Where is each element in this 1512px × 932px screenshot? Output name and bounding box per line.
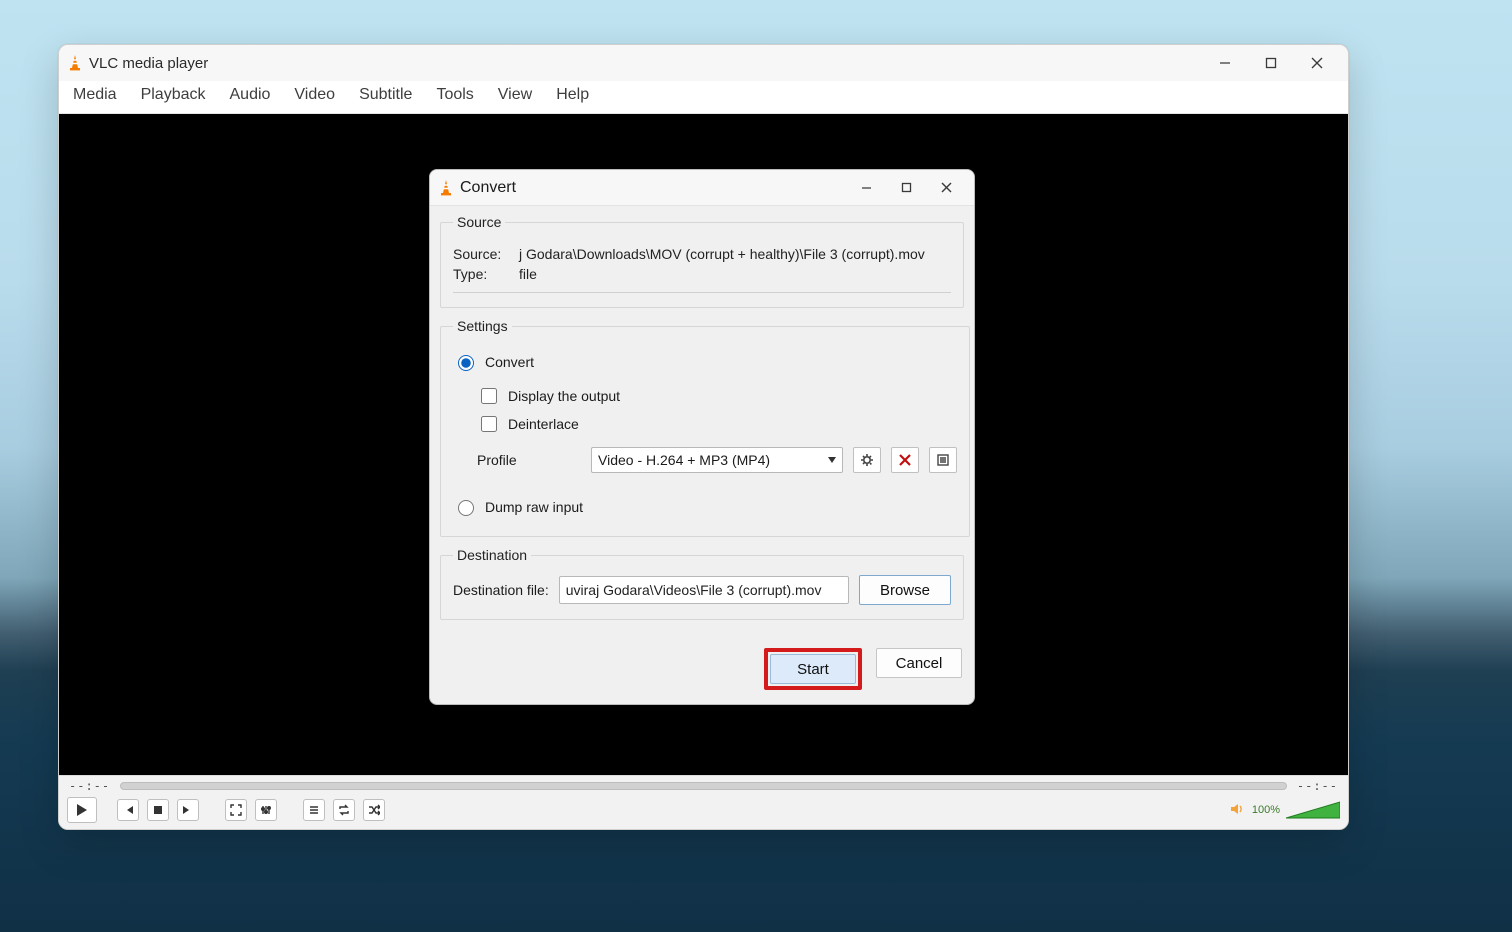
delete-profile-button[interactable] — [891, 447, 919, 473]
source-label: Source: — [453, 246, 511, 262]
convert-radio-label: Convert — [485, 354, 534, 370]
settings-legend: Settings — [453, 318, 512, 334]
menu-help[interactable]: Help — [554, 84, 591, 106]
playlist-button[interactable] — [303, 799, 325, 821]
vlc-cone-icon — [438, 179, 454, 197]
prev-button[interactable] — [117, 799, 139, 821]
convert-radio-input[interactable] — [458, 355, 474, 371]
volume-slider[interactable] — [1286, 801, 1340, 819]
destination-legend: Destination — [453, 547, 531, 563]
browse-button[interactable]: Browse — [859, 575, 951, 605]
dialog-close-button[interactable] — [926, 172, 966, 204]
dialog-title: Convert — [460, 179, 516, 197]
stop-button[interactable] — [147, 799, 169, 821]
display-output-checkbox-input[interactable] — [481, 388, 497, 404]
menu-tools[interactable]: Tools — [434, 84, 475, 106]
dump-raw-radio[interactable]: Dump raw input — [453, 497, 957, 516]
volume-percent: 100% — [1252, 804, 1280, 816]
source-legend: Source — [453, 214, 505, 230]
menu-video[interactable]: Video — [292, 84, 337, 106]
new-profile-button[interactable] — [929, 447, 957, 473]
seek-slider[interactable] — [120, 782, 1287, 790]
profile-label: Profile — [477, 452, 541, 468]
source-value: j Godara\Downloads\MOV (corrupt + health… — [519, 246, 925, 262]
deinterlace-checkbox-input[interactable] — [481, 416, 497, 432]
settings-section: Settings Convert Display the output Dein… — [440, 318, 970, 537]
convert-radio[interactable]: Convert — [453, 352, 957, 371]
dest-file-label: Destination file: — [453, 582, 549, 598]
main-titlebar: VLC media player — [59, 45, 1348, 81]
display-output-label: Display the output — [508, 388, 620, 404]
browse-button-label: Browse — [880, 582, 930, 599]
menu-subtitle[interactable]: Subtitle — [357, 84, 414, 106]
cancel-button[interactable]: Cancel — [876, 648, 962, 678]
bottom-bar: --:-- --:-- — [59, 775, 1348, 829]
dump-raw-radio-input[interactable] — [458, 500, 474, 516]
deinterlace-checkbox[interactable]: Deinterlace — [477, 413, 957, 435]
menu-audio[interactable]: Audio — [228, 84, 273, 106]
dest-file-input[interactable]: uviraj Godara\Videos\File 3 (corrupt).mo… — [559, 576, 849, 604]
dialog-minimize-button[interactable] — [846, 172, 886, 204]
next-button[interactable] — [177, 799, 199, 821]
divider — [453, 292, 951, 293]
dest-file-value: uviraj Godara\Videos\File 3 (corrupt).mo… — [566, 582, 822, 598]
convert-dialog: Convert Source Source: j Godara\Download… — [429, 169, 975, 705]
type-value: file — [519, 266, 537, 282]
destination-section: Destination Destination file: uviraj God… — [440, 547, 964, 620]
dialog-maximize-button[interactable] — [886, 172, 926, 204]
dialog-titlebar: Convert — [430, 170, 974, 206]
edit-profile-button[interactable] — [853, 447, 881, 473]
maximize-button[interactable] — [1248, 45, 1294, 81]
main-window-controls — [1202, 45, 1340, 81]
random-button[interactable] — [363, 799, 385, 821]
cancel-button-label: Cancel — [896, 655, 943, 672]
ext-settings-button[interactable] — [255, 799, 277, 821]
profile-select[interactable]: Video - H.264 + MP3 (MP4) — [591, 447, 843, 473]
deinterlace-label: Deinterlace — [508, 416, 579, 432]
play-button[interactable] — [67, 797, 97, 823]
menu-playback[interactable]: Playback — [139, 84, 208, 106]
start-button-label: Start — [797, 661, 829, 678]
fullscreen-button[interactable] — [225, 799, 247, 821]
menubar: Media Playback Audio Video Subtitle Tool… — [59, 81, 1348, 114]
speaker-icon[interactable] — [1230, 802, 1246, 819]
dump-raw-label: Dump raw input — [485, 499, 583, 515]
desktop: VLC media player Media Playback Audio Vi… — [0, 0, 1512, 932]
loop-button[interactable] — [333, 799, 355, 821]
display-output-checkbox[interactable]: Display the output — [477, 385, 957, 407]
menu-view[interactable]: View — [496, 84, 534, 106]
profile-value: Video - H.264 + MP3 (MP4) — [598, 452, 770, 468]
time-total: --:-- — [1297, 779, 1338, 793]
chevron-down-icon — [828, 457, 836, 463]
source-section: Source Source: j Godara\Downloads\MOV (c… — [440, 214, 964, 308]
start-button-highlight: Start — [764, 648, 862, 690]
menu-media[interactable]: Media — [71, 84, 119, 106]
minimize-button[interactable] — [1202, 45, 1248, 81]
start-button[interactable]: Start — [770, 654, 856, 684]
vlc-cone-icon — [67, 54, 83, 72]
type-label: Type: — [453, 266, 511, 282]
main-title: VLC media player — [89, 55, 208, 72]
close-button[interactable] — [1294, 45, 1340, 81]
time-elapsed: --:-- — [69, 779, 110, 793]
